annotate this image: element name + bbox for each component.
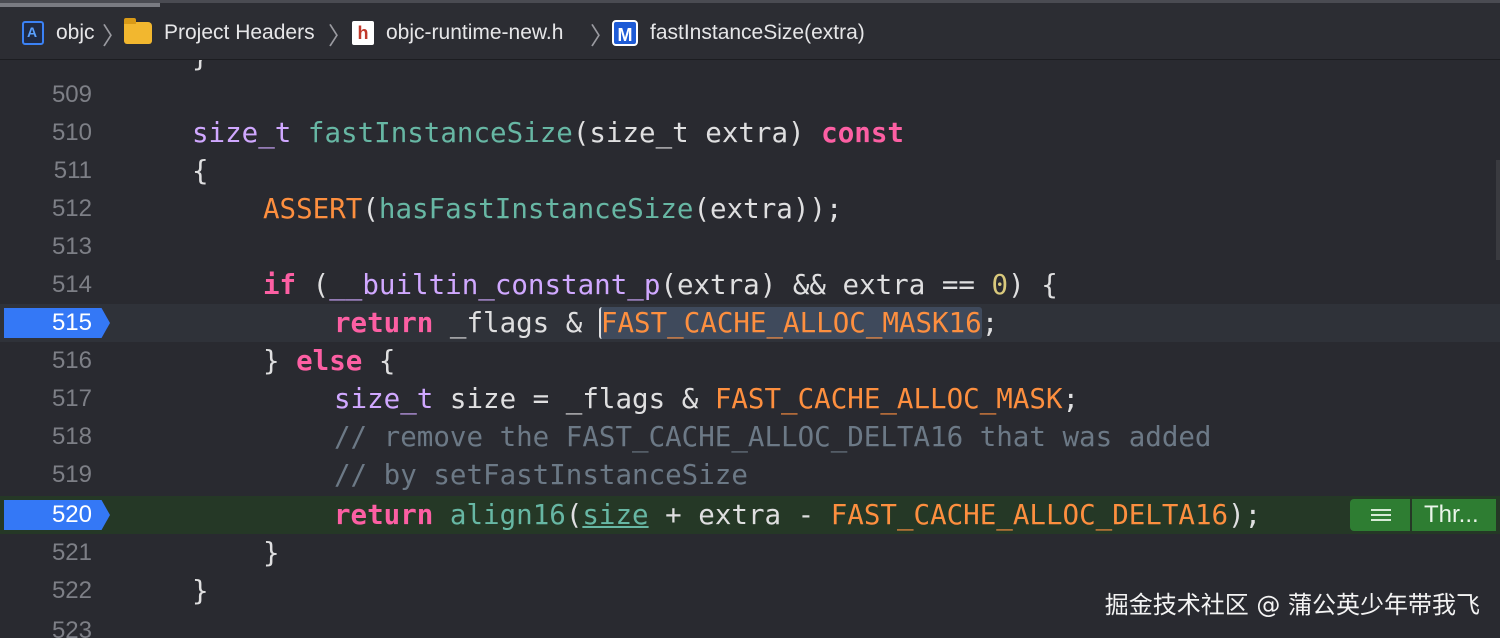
code-line: 517 size_t size = _flags & FAST_CACHE_AL… <box>0 380 1500 418</box>
line-number: 516 <box>51 347 92 374</box>
jump-bar: objc 〉 Project Headers 〉 h objc-runtime-… <box>0 0 1500 60</box>
tab-indicator <box>0 3 160 7</box>
folder-icon <box>124 18 152 44</box>
header-file-icon: h <box>352 21 374 45</box>
line-number: 523 <box>51 617 92 638</box>
line-number: 514 <box>51 271 92 298</box>
code-text: } <box>192 60 209 76</box>
code-line: 509 <box>0 76 1500 114</box>
method-icon: M <box>612 20 638 46</box>
line-number: 509 <box>51 81 92 108</box>
code-text: size_t fastInstanceSize(size_t extra) co… <box>192 117 904 149</box>
code-line: 521 } <box>0 534 1500 572</box>
breadcrumb-separator: 〉 <box>590 22 614 50</box>
code-line: 516 } else { <box>0 342 1500 380</box>
line-number: 517 <box>51 385 92 412</box>
breadcrumb-file-label: objc-runtime-new.h <box>386 21 564 44</box>
line-number: 520 <box>51 501 92 528</box>
line-number: 513 <box>51 233 92 260</box>
code-line: 511 { <box>0 152 1500 190</box>
line-number: 512 <box>51 195 92 222</box>
code-line-breakpoint: 520 return align16(size + extra - FAST_C… <box>0 496 1500 534</box>
code-comment: // remove the FAST_CACHE_ALLOC_DELTA16 t… <box>334 421 1212 453</box>
breadcrumb-folder[interactable]: Project Headers <box>124 17 315 49</box>
menu-lines-icon[interactable] <box>1350 499 1410 531</box>
code-text: return align16(size + extra - FAST_CACHE… <box>334 499 1262 531</box>
code-line: } <box>0 60 1500 76</box>
code-line: 510 size_t fastInstanceSize(size_t extra… <box>0 114 1500 152</box>
code-line: 512 ASSERT(hasFastInstanceSize(extra)); <box>0 190 1500 228</box>
watermark: 掘金技术社区 @ 蒲公英少年带我飞 <box>1104 591 1480 619</box>
code-text: { <box>192 155 209 187</box>
breadcrumb-method[interactable]: M fastInstanceSize(extra) <box>612 17 865 49</box>
code-line: 514 if (__builtin_constant_p(extra) && e… <box>0 266 1500 304</box>
line-number: 510 <box>51 119 92 146</box>
line-number: 515 <box>51 309 92 336</box>
code-line: 519 // by setFastInstanceSize <box>0 456 1500 494</box>
code-editor[interactable]: } 509 510 size_t fastInstanceSize(size_t… <box>0 60 1500 638</box>
line-number: 511 <box>53 157 92 184</box>
code-text: ASSERT(hasFastInstanceSize(extra)); <box>263 193 843 225</box>
code-text: } <box>192 575 209 607</box>
code-line-breakpoint: 515 return _flags & FAST_CACHE_ALLOC_MAS… <box>0 304 1500 342</box>
breadcrumb-separator: 〉 <box>328 22 352 50</box>
breadcrumb-separator: 〉 <box>102 22 126 50</box>
breadcrumb-folder-label: Project Headers <box>164 21 315 44</box>
thread-label[interactable]: Thr... <box>1412 499 1496 531</box>
code-text: size_t size = _flags & FAST_CACHE_ALLOC_… <box>334 383 1080 415</box>
line-number: 521 <box>51 539 92 566</box>
breadcrumb-method-label: fastInstanceSize(extra) <box>650 21 865 44</box>
breadcrumb-file[interactable]: h objc-runtime-new.h <box>352 17 563 49</box>
code-text: return _flags & FAST_CACHE_ALLOC_MASK16; <box>334 307 999 339</box>
breadcrumb-project-label: objc <box>56 21 95 44</box>
project-icon <box>22 21 44 45</box>
breakpoint-marker[interactable]: 520 <box>4 500 110 530</box>
line-number: 522 <box>51 577 92 604</box>
code-text: } <box>263 537 280 569</box>
line-number: 519 <box>51 461 92 488</box>
scrollbar[interactable] <box>1496 160 1500 260</box>
selected-token[interactable]: FAST_CACHE_ALLOC_MASK16 <box>598 307 982 339</box>
code-text: } else { <box>263 345 396 377</box>
line-number: 518 <box>51 423 92 450</box>
code-line: 513 <box>0 228 1500 266</box>
code-comment: // by setFastInstanceSize <box>334 459 748 491</box>
code-line: 518 // remove the FAST_CACHE_ALLOC_DELTA… <box>0 418 1500 456</box>
breakpoint-marker[interactable]: 515 <box>4 308 110 338</box>
breadcrumb-project[interactable]: objc <box>22 17 95 49</box>
thread-indicator[interactable]: Thr... <box>1350 499 1496 531</box>
code-text: if (__builtin_constant_p(extra) && extra… <box>263 269 1058 301</box>
